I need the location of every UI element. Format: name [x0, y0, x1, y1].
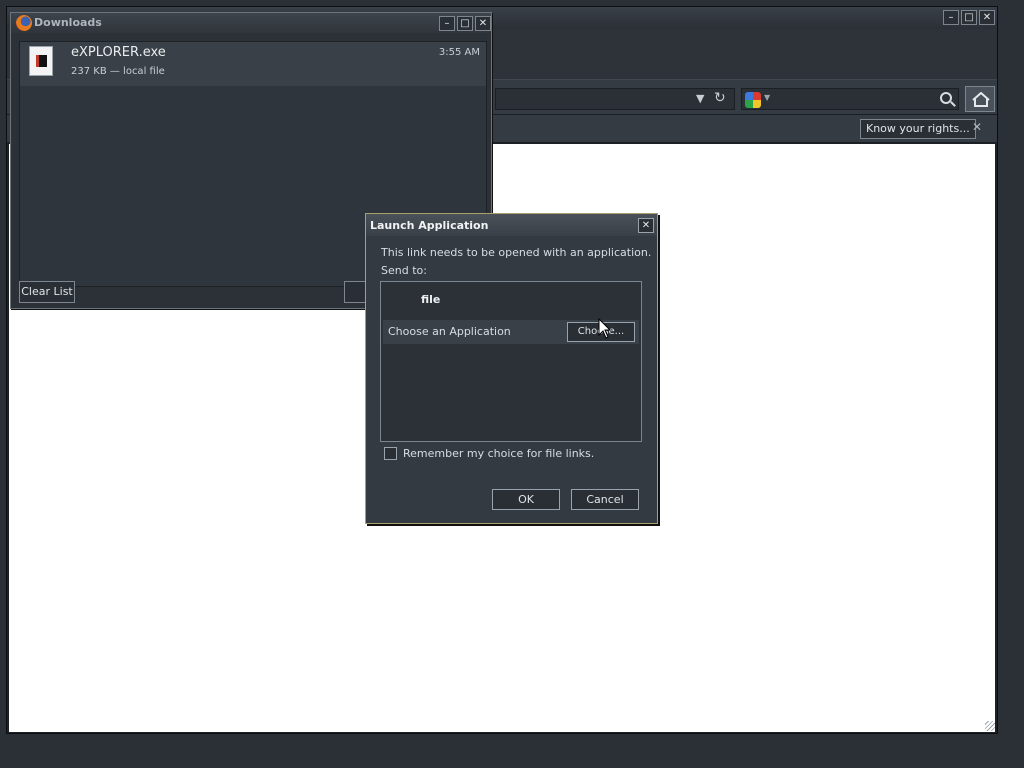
download-time: 3:55 AM	[438, 47, 480, 58]
download-item[interactable]: eXPLORER.exe 237 KB — local file 3:55 AM	[20, 42, 486, 86]
downloads-titlebar[interactable]: Downloads – □ ✕	[11, 13, 491, 33]
send-to-label: Send to:	[381, 264, 427, 277]
remember-choice-checkbox[interactable]	[384, 447, 397, 460]
search-bar[interactable]: ▼	[741, 88, 959, 110]
download-filename: eXPLORER.exe	[71, 45, 166, 60]
mouse-cursor-icon	[598, 318, 612, 339]
know-your-rights-button[interactable]: Know your rights...	[860, 119, 976, 139]
home-icon	[972, 92, 990, 107]
cancel-button[interactable]: Cancel	[571, 489, 639, 510]
clear-list-button[interactable]: Clear List	[19, 281, 75, 303]
launch-dialog-titlebar[interactable]: Launch Application ✕	[366, 214, 657, 236]
address-bar[interactable]: ▼ ↻	[495, 88, 735, 110]
dialog-close-button[interactable]: ✕	[638, 218, 654, 233]
launch-application-dialog: Launch Application ✕ This link needs to …	[365, 213, 658, 524]
search-go-icon[interactable]	[940, 92, 952, 104]
notification-close-icon[interactable]: ✕	[972, 120, 982, 134]
maximize-button[interactable]: □	[457, 16, 473, 31]
resize-grip-icon[interactable]	[985, 721, 995, 731]
search-engine-dropdown-icon[interactable]: ▼	[764, 93, 770, 102]
file-type-header: file	[421, 293, 441, 306]
downloads-window-controls: – □ ✕	[439, 16, 491, 31]
home-button[interactable]	[965, 86, 995, 112]
application-list: file Choose an Application Choose...	[380, 281, 642, 442]
dialog-title: Launch Application	[370, 219, 489, 232]
firefox-logo-icon	[16, 15, 32, 31]
remember-choice-option[interactable]: Remember my choice for file links.	[384, 447, 594, 460]
choose-application-label: Choose an Application	[388, 325, 511, 338]
reload-icon[interactable]: ↻	[714, 90, 726, 106]
google-search-icon[interactable]	[745, 92, 761, 108]
download-status: 237 KB — local file	[71, 66, 165, 77]
close-button[interactable]: ✕	[475, 16, 491, 31]
close-button[interactable]: ✕	[979, 10, 995, 25]
dialog-message: This link needs to be opened with an app…	[381, 246, 652, 259]
remember-choice-label: Remember my choice for file links.	[403, 447, 595, 460]
minimize-button[interactable]: –	[943, 10, 959, 25]
executable-file-icon	[29, 46, 53, 76]
history-dropdown-icon[interactable]: ▼	[696, 92, 704, 105]
minimize-button[interactable]: –	[439, 16, 455, 31]
maximize-button[interactable]: □	[961, 10, 977, 25]
browser-window-controls: – □ ✕	[943, 10, 995, 25]
downloads-title: Downloads	[34, 16, 102, 29]
ok-button[interactable]: OK	[492, 489, 560, 510]
